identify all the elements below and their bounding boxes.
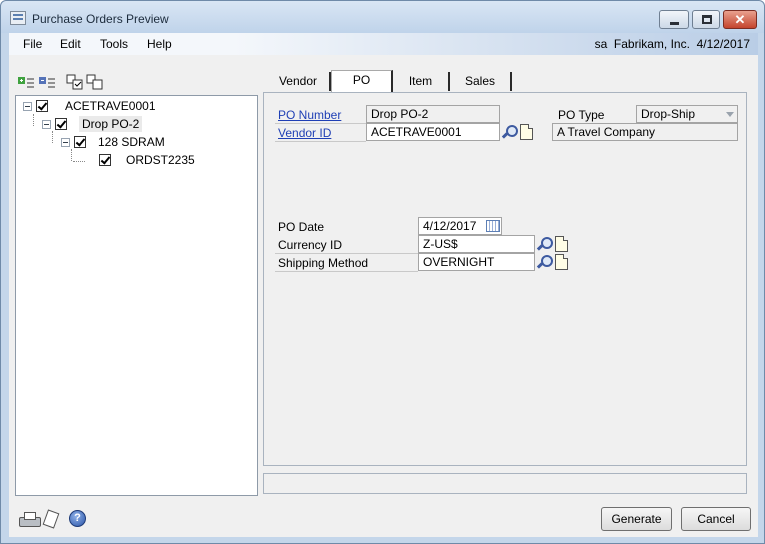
menu-file[interactable]: File [23, 37, 42, 51]
vendor-id-link[interactable]: Vendor ID [275, 124, 366, 142]
minimize-button[interactable] [659, 10, 689, 29]
title-bar: Purchase Orders Preview ✕ [1, 1, 764, 33]
purchase-orders-preview-window: Purchase Orders Preview ✕ File Edit Tool… [0, 0, 765, 544]
vendor-note-icon[interactable] [520, 124, 533, 140]
collapse-toggle-icon[interactable] [23, 101, 32, 111]
app-icon [10, 11, 26, 25]
tree-node-label: 128 SDRAM [98, 135, 165, 149]
tab-po[interactable]: PO [331, 70, 393, 92]
calendar-icon[interactable] [486, 220, 500, 232]
node-checkbox[interactable] [99, 154, 111, 166]
po-number-link[interactable]: PO Number [275, 106, 366, 124]
tree-node-label: Drop PO-2 [79, 116, 143, 132]
close-button[interactable]: ✕ [723, 10, 757, 29]
tree-node-po[interactable]: Drop PO-2 [42, 116, 143, 132]
maximize-button[interactable] [692, 10, 720, 29]
tree-line [33, 114, 34, 126]
shipping-method-field[interactable]: OVERNIGHT [418, 253, 535, 271]
menu-edit[interactable]: Edit [60, 37, 81, 51]
po-tab-panel: PO Number Drop PO-2 Vendor ID ACETRAVE00… [263, 92, 747, 466]
expand-all-icon[interactable] [17, 75, 35, 91]
tab-sales[interactable]: Sales [450, 72, 512, 91]
collapse-all-icon[interactable] [38, 75, 56, 91]
generate-button[interactable]: Generate [601, 507, 672, 531]
currency-lookup-icon[interactable] [536, 236, 553, 252]
tree-node-vendor[interactable]: ACETRAVE0001 [23, 98, 159, 114]
po-date-label: PO Date [278, 220, 325, 234]
currency-id-label: Currency ID [275, 236, 418, 254]
vendor-lookup-icon[interactable] [501, 124, 518, 140]
uncheck-all-icon[interactable] [86, 74, 104, 90]
tree-line [73, 161, 85, 162]
maximize-icon [702, 15, 712, 24]
collapse-toggle-icon[interactable] [42, 119, 51, 129]
shipping-method-label: Shipping Method [275, 254, 418, 272]
company-date-info: sa Fabrikam, Inc. 4/12/2017 [594, 37, 750, 51]
collapse-toggle-icon[interactable] [61, 137, 70, 147]
node-checkbox[interactable] [74, 136, 86, 148]
shipping-note-icon[interactable] [555, 254, 568, 270]
currency-note-icon[interactable] [555, 236, 568, 252]
currency-id-field[interactable]: Z-US$ [418, 235, 535, 253]
menu-bar: File Edit Tools Help sa Fabrikam, Inc. 4… [9, 33, 758, 55]
node-checkbox[interactable] [55, 118, 67, 130]
po-number-field: Drop PO-2 [366, 105, 500, 123]
printer-icon[interactable] [18, 511, 44, 527]
tree-line [52, 131, 53, 143]
help-icon[interactable]: ? [69, 510, 86, 527]
minimize-icon [670, 22, 679, 25]
client-area: ACETRAVE0001 Drop PO-2 128 SDRAM ORDST22… [9, 55, 758, 537]
chevron-down-icon[interactable] [723, 106, 737, 122]
tab-item[interactable]: Item [393, 72, 450, 91]
tree-node-label: ACETRAVE0001 [65, 99, 156, 113]
document-icon[interactable] [42, 509, 60, 529]
tab-vendor[interactable]: Vendor [267, 72, 331, 91]
status-bar [263, 473, 747, 494]
tree-node-label: ORDST2235 [126, 153, 195, 167]
po-type-label: PO Type [558, 108, 605, 122]
po-tree-view[interactable]: ACETRAVE0001 Drop PO-2 128 SDRAM ORDST22… [15, 95, 258, 496]
window-title: Purchase Orders Preview [32, 12, 169, 26]
check-all-icon[interactable] [66, 74, 84, 90]
close-icon: ✕ [734, 12, 746, 27]
vendor-id-field[interactable]: ACETRAVE0001 [366, 123, 500, 141]
shipping-lookup-icon[interactable] [536, 254, 553, 270]
tree-node-item[interactable]: 128 SDRAM [61, 134, 168, 150]
tree-node-sales[interactable]: ORDST2235 [99, 152, 198, 168]
node-checkbox[interactable] [36, 100, 48, 112]
vendor-name-field: A Travel Company [552, 123, 738, 141]
menu-help[interactable]: Help [147, 37, 172, 51]
tree-line [71, 149, 72, 161]
cancel-button[interactable]: Cancel [681, 507, 751, 531]
menu-tools[interactable]: Tools [100, 37, 128, 51]
